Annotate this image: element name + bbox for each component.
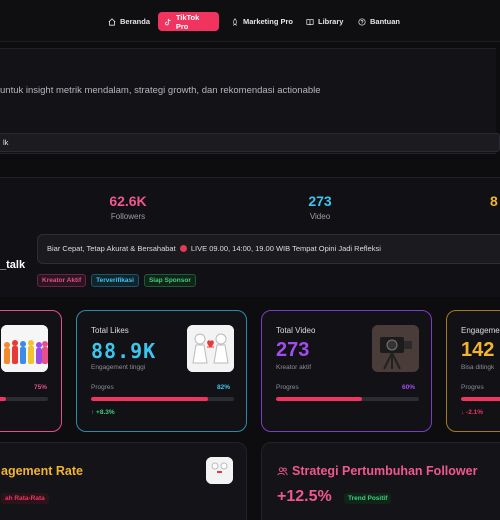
card-title: Total Likes xyxy=(91,326,129,335)
nav-item-tiktok-pro[interactable]: TikTok Pro xyxy=(158,12,219,31)
card-value: 273 xyxy=(276,339,310,361)
card-value: 142 xyxy=(461,339,495,361)
rocket-icon xyxy=(233,17,237,26)
stat-value: 62.6K xyxy=(109,193,147,209)
progress-bar xyxy=(276,397,419,401)
card-image-crowd xyxy=(1,325,48,372)
nav-label: Bantuan xyxy=(370,17,400,26)
profile-bio: Biar Cepat, Tetap Akurat & Bersahabat LI… xyxy=(37,234,500,264)
metric-card-engagement: Engageme 142 Bisa ditingk Progres ↓ -2.1… xyxy=(446,310,500,432)
progress-bar xyxy=(0,397,48,401)
progress-bar xyxy=(461,397,500,401)
nav-label: TikTok Pro xyxy=(175,12,200,31)
profile-username: _talk xyxy=(0,259,26,271)
stat-value: 8 xyxy=(490,193,498,209)
nav-label: Marketing Pro xyxy=(243,17,294,26)
stat-third: 8 xyxy=(490,193,500,212)
follower-growth-panel: Strategi Pertumbuhan Follower +12.5% Tre… xyxy=(261,442,500,520)
trend-indicator: ↑ +8.3% xyxy=(91,409,115,416)
progress-bar xyxy=(91,397,234,401)
card-image-likes xyxy=(187,325,234,372)
page: Beranda TikTok Pro Marketing Pro Library… xyxy=(0,0,500,520)
bio-text: LIVE 09.00, 14:00, 19.00 WIB Tempat Opin… xyxy=(190,244,381,253)
panel-title: Strategi Pertumbuhan Follower xyxy=(292,464,478,478)
card-image-camera xyxy=(372,325,419,372)
metric-card-videos: Total Video 273 Kreator aktif Progres 60… xyxy=(261,310,432,432)
tiktok-icon xyxy=(165,18,171,25)
intro-section: l untuk insight metrik mendalam, strateg… xyxy=(0,48,500,154)
panel-image xyxy=(206,457,233,484)
red-circle-icon xyxy=(179,245,187,252)
progress-fill xyxy=(0,397,7,401)
card-subtitle: Kreator aktif xyxy=(276,364,312,371)
help-icon xyxy=(358,17,366,26)
nav-item-beranda[interactable]: Beranda xyxy=(102,12,156,31)
home-icon xyxy=(108,17,116,26)
badge-siap-sponsor: Siap Sponsor xyxy=(143,274,196,287)
stat-label: Followers xyxy=(110,212,146,221)
nav-item-marketing-pro[interactable]: Marketing Pro xyxy=(225,12,299,31)
growth-value: +12.5% xyxy=(277,488,332,505)
card-title: Engageme xyxy=(461,326,500,335)
progress-fill xyxy=(461,397,500,401)
engagement-rate-panel: agement Rate ah Rata-Rata xyxy=(0,442,247,520)
panel-title: agement Rate xyxy=(1,464,83,478)
progress-label: Progres xyxy=(461,384,484,391)
book-icon xyxy=(306,18,314,25)
stat-followers: 62.6K Followers xyxy=(100,193,156,221)
card-value: 88.9K xyxy=(91,339,157,363)
progress-label: Progres xyxy=(276,384,299,391)
progress-percent: 60% xyxy=(402,384,416,391)
card-subtitle: Bisa ditingk xyxy=(461,364,495,371)
card-subtitle: Engagement tinggi xyxy=(91,364,146,371)
username-input[interactable]: lk xyxy=(0,133,500,152)
progress-fill xyxy=(91,397,209,401)
users-icon xyxy=(277,467,288,476)
panel-tag: Trend Positif xyxy=(344,493,392,504)
stat-label: Video xyxy=(309,212,331,221)
intro-description: untuk insight metrik mendalam, strategi … xyxy=(0,85,321,96)
trend-indicator: ↓ -2.1% xyxy=(461,409,484,416)
metric-card-followers: 75% xyxy=(0,310,62,432)
nav-item-library[interactable]: Library xyxy=(300,12,349,31)
stat-video: 273 Video xyxy=(295,193,345,221)
badge-terverifikasi: Terverifikasi xyxy=(91,274,139,287)
metric-card-likes: Total Likes 88.9K Engagement tinggi Prog… xyxy=(76,310,247,432)
panel-tag: ah Rata-Rata xyxy=(1,493,49,504)
nav-item-bantuan[interactable]: Bantuan xyxy=(352,12,406,31)
top-nav: Beranda TikTok Pro Marketing Pro Library… xyxy=(0,0,500,42)
nav-label: Library xyxy=(318,17,344,26)
progress-label: Progres xyxy=(91,384,114,391)
nav-label: Beranda xyxy=(120,17,151,26)
card-title: Total Video xyxy=(276,326,316,335)
progress-percent: 82% xyxy=(217,384,231,391)
badge-kreator-aktif: Kreator Aktif xyxy=(37,274,87,287)
bio-text: Biar Cepat, Tetap Akurat & Bersahabat xyxy=(47,244,176,253)
profile-badges: Kreator Aktif Terverifikasi Siap Sponsor xyxy=(37,274,196,287)
stat-value: 273 xyxy=(308,193,332,209)
progress-fill xyxy=(276,397,362,401)
progress-percent: 75% xyxy=(34,384,48,391)
profile-section: 62.6K Followers 273 Video 8 _talk Biar C… xyxy=(0,177,500,297)
